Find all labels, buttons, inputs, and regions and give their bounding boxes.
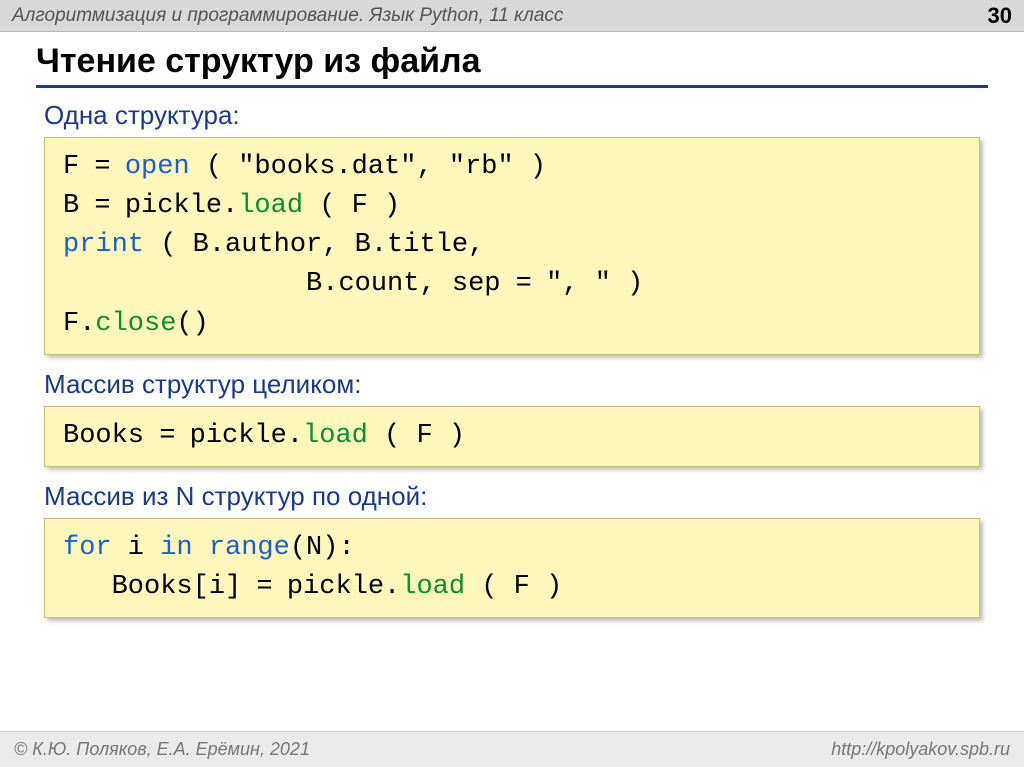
header-bar: Алгоритмизация и программирование. Язык … [0, 0, 1024, 32]
footer: © К.Ю. Поляков, Е.А. Ерёмин, 2021 http:/… [0, 731, 1024, 767]
code-text: (N): [290, 533, 355, 563]
keyword-load: load [303, 421, 368, 451]
keyword-load: load [400, 572, 465, 602]
code-text: pickle. [190, 421, 303, 451]
code-text: pickle. [287, 572, 400, 602]
keyword-in: in [160, 533, 192, 563]
code-text: i [112, 533, 161, 563]
code-text: ( F ) [465, 572, 562, 602]
code-text: = [79, 152, 125, 182]
header-title: Алгоритмизация и программирование. Язык … [12, 5, 563, 27]
code-text: = [144, 421, 190, 451]
keyword-range: range [209, 533, 290, 563]
code-text: () [176, 309, 208, 339]
section1-label: Одна структура: [44, 100, 988, 131]
keyword-load: load [238, 191, 303, 221]
keyword-close: close [95, 309, 176, 339]
section2-label: Массив структур целиком: [44, 369, 988, 400]
section3-label: Массив из N структур по одной: [44, 481, 988, 512]
content: Чтение структур из файла Одна структура:… [0, 32, 1024, 618]
code-text: B.count, sep [63, 269, 500, 299]
footer-right: http://kpolyakov.spb.ru [831, 739, 1010, 760]
code-text: pickle. [125, 191, 238, 221]
code-text [193, 533, 209, 563]
code-text: F. [63, 309, 95, 339]
code-text: Books [63, 421, 144, 451]
code-text: ( F ) [303, 191, 400, 221]
keyword-open: open [125, 152, 190, 182]
code-text: B [63, 191, 79, 221]
code-text: = [79, 191, 125, 221]
keyword-print: print [63, 230, 144, 260]
code-text: F [63, 152, 79, 182]
footer-left: © К.Ю. Поляков, Е.А. Ерёмин, 2021 [14, 739, 310, 760]
code-text: Books[i] [63, 572, 241, 602]
code-text: ( B.author, B.title, [144, 230, 484, 260]
code-block-2: Books = pickle.load ( F ) [44, 406, 980, 467]
code-block-3: for i in range(N): Books[i] = pickle.loa… [44, 518, 980, 618]
page-number: 30 [988, 3, 1012, 29]
code-text: ( F ) [368, 421, 465, 451]
code-text: = [241, 572, 287, 602]
code-text: ", " ) [546, 269, 643, 299]
code-text: = [500, 269, 546, 299]
code-block-1: F = open ( "books.dat", "rb" ) B = pickl… [44, 137, 980, 355]
code-text: ( "books.dat", "rb" ) [190, 152, 546, 182]
keyword-for: for [63, 533, 112, 563]
main-title: Чтение структур из файла [36, 42, 988, 88]
